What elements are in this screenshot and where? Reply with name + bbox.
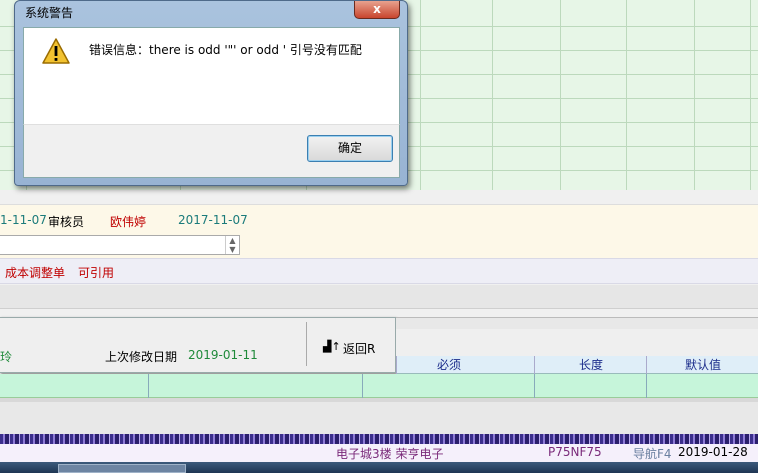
panel-top-strip [396,317,758,329]
col-header-length[interactable]: 长度 [534,356,647,374]
system-warning-dialog: 系统警告 x 错误信息：there is odd '"' or odd ' 引号… [14,0,408,186]
warning-icon [42,38,70,64]
status-date: 2019-01-28 [678,445,748,459]
status-nav[interactable]: 导航F4 [633,445,672,462]
dialog-message: 错误信息：there is odd '"' or odd ' 引号没有匹配 [89,43,362,57]
close-button[interactable]: x [354,1,400,19]
panel-header-space [396,329,758,356]
back-button-label: 返回R [343,342,376,356]
status-bar: 电子城3楼 荣亨电子 P75NF75 导航F4 2019-01-28 [0,444,758,462]
dialog-title: 系统警告 [25,6,74,20]
ok-button[interactable]: 确定 [307,135,393,162]
citable-flag: 可引用 [78,266,115,280]
decorative-banner [0,434,758,444]
record-info-strip: 1-11-07 审核员 欧伟婷 2017-11-07 ▲ ▼ [0,204,758,258]
date-field: 1-11-07 [0,213,47,227]
status-code: P75NF75 [548,445,602,459]
taskbar-button[interactable] [58,464,186,473]
col-header-required[interactable]: 必须 [396,356,501,374]
name-field: 玲 [0,350,13,364]
memo-input[interactable]: ▲ ▼ [0,235,240,255]
flags-strip: 成本调整单 可引用 [0,258,758,284]
empty-grid-area [0,398,758,434]
spin-arrows-icon[interactable]: ▲ ▼ [225,236,239,254]
grey-band [0,285,758,309]
status-location: 电子城3楼 荣亨电子 [336,447,444,461]
table-row[interactable] [0,374,758,398]
last-modified-date: 2019-01-11 [188,348,258,362]
last-modified-label: 上次修改日期 [105,350,178,364]
reviewer-name: 欧伟婷 [110,215,147,229]
back-button[interactable]: ▟↑ 返回R [306,322,388,366]
close-icon: x [373,2,381,16]
cost-adjust-flag: 成本调整单 [5,266,66,280]
review-date: 2017-11-07 [178,213,248,227]
col-header-default[interactable]: 默认值 [646,356,758,374]
reviewer-label: 审核员 [48,215,85,229]
back-icon: ▟↑ [323,340,341,353]
table-header-row: 必须 长度 默认值 [396,356,758,374]
